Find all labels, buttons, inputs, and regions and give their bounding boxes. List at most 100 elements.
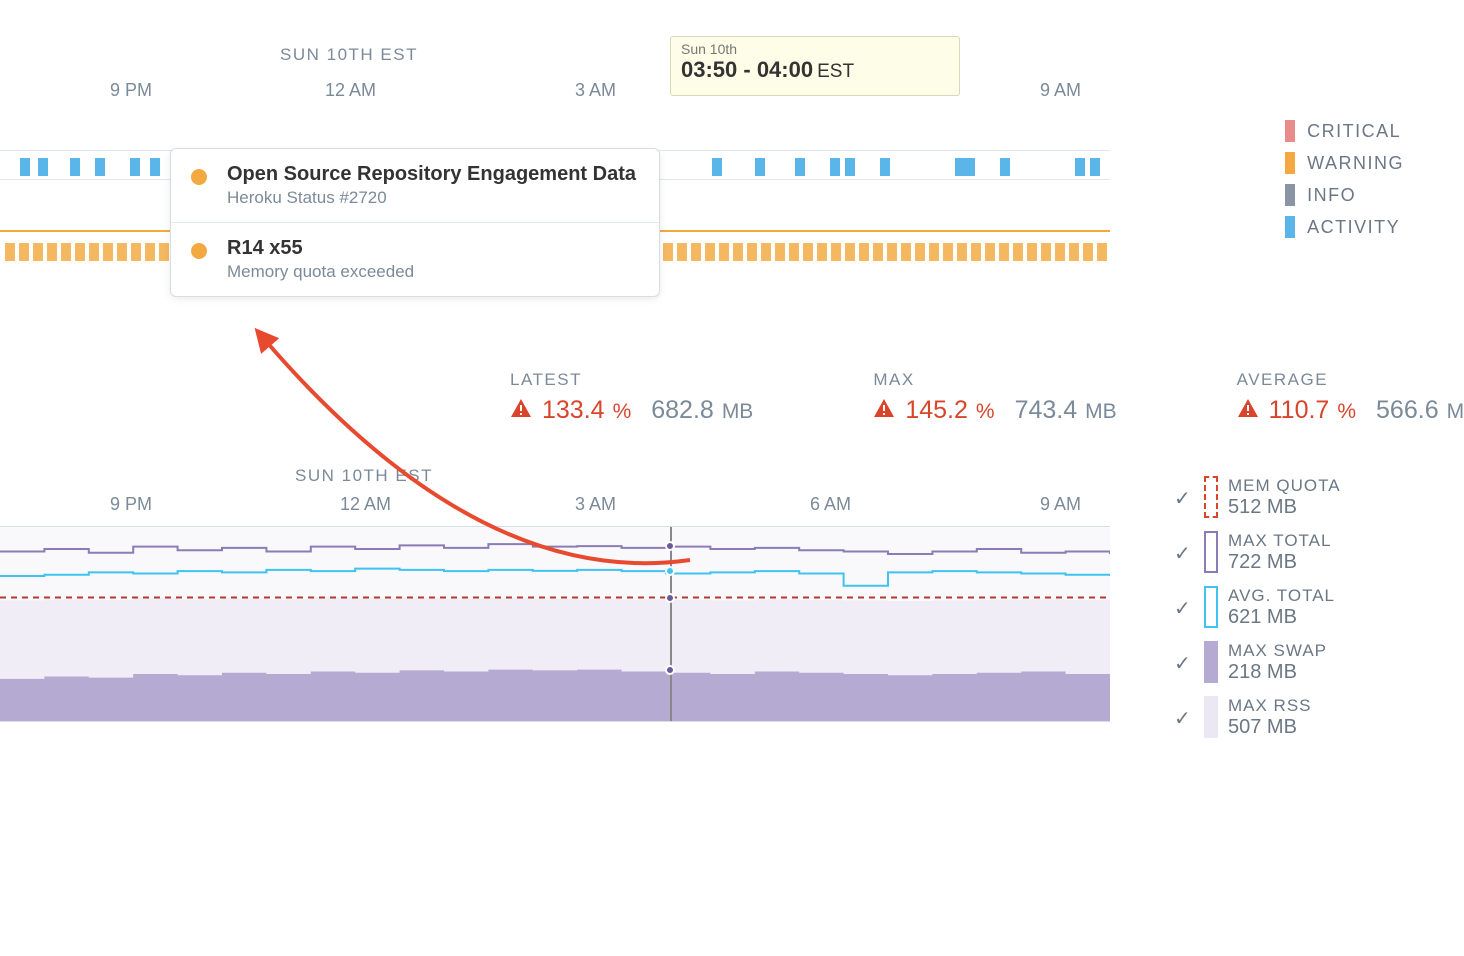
warning-tick[interactable] (1097, 243, 1107, 261)
warning-tick[interactable] (971, 243, 981, 261)
status-legend-item[interactable]: ACTIVITY (1285, 216, 1404, 238)
activity-tick[interactable] (955, 158, 965, 176)
warning-tick[interactable] (845, 243, 855, 261)
events-timeline-panel: SUN 10TH EST Sun 10th 03:50 - 04:00EST 9… (0, 20, 1464, 350)
warning-tick[interactable] (859, 243, 869, 261)
warning-tick[interactable] (1013, 243, 1023, 261)
warning-tick[interactable] (901, 243, 911, 261)
warning-tick[interactable] (159, 243, 169, 261)
legend-series-value: 507 MB (1228, 716, 1312, 739)
warning-tick[interactable] (943, 243, 953, 261)
warning-tick[interactable] (89, 243, 99, 261)
warning-tick[interactable] (929, 243, 939, 261)
chart-cursor-line (670, 527, 672, 722)
chart-time-tick-label: 6 AM (810, 494, 851, 515)
activity-tick[interactable] (965, 158, 975, 176)
stat-percent: 133.4 (542, 396, 605, 425)
activity-tick[interactable] (70, 158, 80, 176)
warning-tick[interactable] (1083, 243, 1093, 261)
warning-tick[interactable] (1041, 243, 1051, 261)
activity-tick[interactable] (1075, 158, 1085, 176)
warning-tick[interactable] (1027, 243, 1037, 261)
warning-tick[interactable] (803, 243, 813, 261)
warning-tick[interactable] (33, 243, 43, 261)
warning-triangle-icon (873, 398, 895, 418)
activity-tick[interactable] (95, 158, 105, 176)
warning-tick[interactable] (957, 243, 967, 261)
memory-stats-row: LATEST 133.4 % 682.8 MB MAX 145.2 % 743.… (0, 370, 1464, 426)
warning-tick[interactable] (887, 243, 897, 261)
warning-tick[interactable] (19, 243, 29, 261)
event-detail-popup[interactable]: Open Source Repository Engagement Data H… (170, 148, 660, 297)
activity-tick[interactable] (38, 158, 48, 176)
warning-tick[interactable] (677, 243, 687, 261)
warning-tick[interactable] (873, 243, 883, 261)
check-icon: ✓ (1174, 706, 1194, 731)
status-legend-item[interactable]: CRITICAL (1285, 120, 1404, 142)
activity-tick[interactable] (755, 158, 765, 176)
popup-event-title: R14 x55 (227, 237, 639, 260)
activity-tick[interactable] (712, 158, 722, 176)
warning-tick[interactable] (761, 243, 771, 261)
warning-tick[interactable] (691, 243, 701, 261)
warning-tick[interactable] (789, 243, 799, 261)
warning-tick[interactable] (61, 243, 71, 261)
chart-legend-item[interactable]: ✓ MAX SWAP 218 MB (1174, 641, 1434, 684)
activity-tick[interactable] (795, 158, 805, 176)
stat-mb: 682.8 (651, 396, 714, 425)
memory-chart[interactable] (0, 526, 1110, 722)
warning-tick[interactable] (985, 243, 995, 261)
activity-tick[interactable] (130, 158, 140, 176)
activity-tick[interactable] (20, 158, 30, 176)
warning-tick[interactable] (1055, 243, 1065, 261)
chart-legend-item[interactable]: ✓ MAX RSS 507 MB (1174, 696, 1434, 739)
warning-tick[interactable] (5, 243, 15, 261)
warning-tick[interactable] (831, 243, 841, 261)
warning-tick[interactable] (145, 243, 155, 261)
warning-tick[interactable] (663, 243, 673, 261)
stat-head: MAX (873, 370, 1116, 390)
check-icon: ✓ (1174, 596, 1194, 621)
legend-series-name: MAX RSS (1228, 696, 1312, 716)
status-legend-item[interactable]: INFO (1285, 184, 1404, 206)
activity-tick[interactable] (830, 158, 840, 176)
warning-tick[interactable] (75, 243, 85, 261)
warning-tick[interactable] (117, 243, 127, 261)
status-legend-item[interactable]: WARNING (1285, 152, 1404, 174)
timeline-date-header: SUN 10TH EST (280, 45, 418, 65)
warning-tick[interactable] (131, 243, 141, 261)
warning-tick[interactable] (733, 243, 743, 261)
warning-tick[interactable] (999, 243, 1009, 261)
warning-tick[interactable] (47, 243, 57, 261)
memory-chart-legend: ✓ MEM QUOTA 512 MB ✓ MAX TOTAL 722 MB ✓ … (1174, 476, 1434, 751)
stat-percent-unit: % (1337, 400, 1356, 424)
activity-tick[interactable] (1090, 158, 1100, 176)
chart-legend-item[interactable]: ✓ MAX TOTAL 722 MB (1174, 531, 1434, 574)
activity-tick[interactable] (845, 158, 855, 176)
warning-tick[interactable] (705, 243, 715, 261)
warning-tick[interactable] (1069, 243, 1079, 261)
warning-tick[interactable] (747, 243, 757, 261)
chart-legend-item[interactable]: ✓ AVG. TOTAL 621 MB (1174, 586, 1434, 629)
activity-tick[interactable] (1000, 158, 1010, 176)
warning-tick[interactable] (103, 243, 113, 261)
chart-legend-item[interactable]: ✓ MEM QUOTA 512 MB (1174, 476, 1434, 519)
warning-triangle-icon (510, 398, 532, 418)
warning-tick[interactable] (915, 243, 925, 261)
status-swatch-icon (1285, 216, 1295, 238)
timeline-time-axis: 9 PM12 AM3 AM9 AM (0, 80, 1110, 110)
stat-percent-unit: % (613, 400, 632, 424)
activity-tick[interactable] (150, 158, 160, 176)
warning-tick[interactable] (719, 243, 729, 261)
status-swatch-icon (1285, 152, 1295, 174)
warning-tick[interactable] (775, 243, 785, 261)
popup-event-row[interactable]: Open Source Repository Engagement Data H… (171, 149, 659, 222)
legend-series-name: AVG. TOTAL (1228, 586, 1335, 606)
check-icon: ✓ (1174, 651, 1194, 676)
warning-tick[interactable] (817, 243, 827, 261)
event-dot-icon (191, 169, 207, 185)
activity-tick[interactable] (880, 158, 890, 176)
popup-event-row[interactable]: R14 x55 Memory quota exceeded (171, 222, 659, 296)
legend-swatch-icon (1204, 696, 1218, 738)
stat-mb: 566.6 (1376, 396, 1439, 425)
